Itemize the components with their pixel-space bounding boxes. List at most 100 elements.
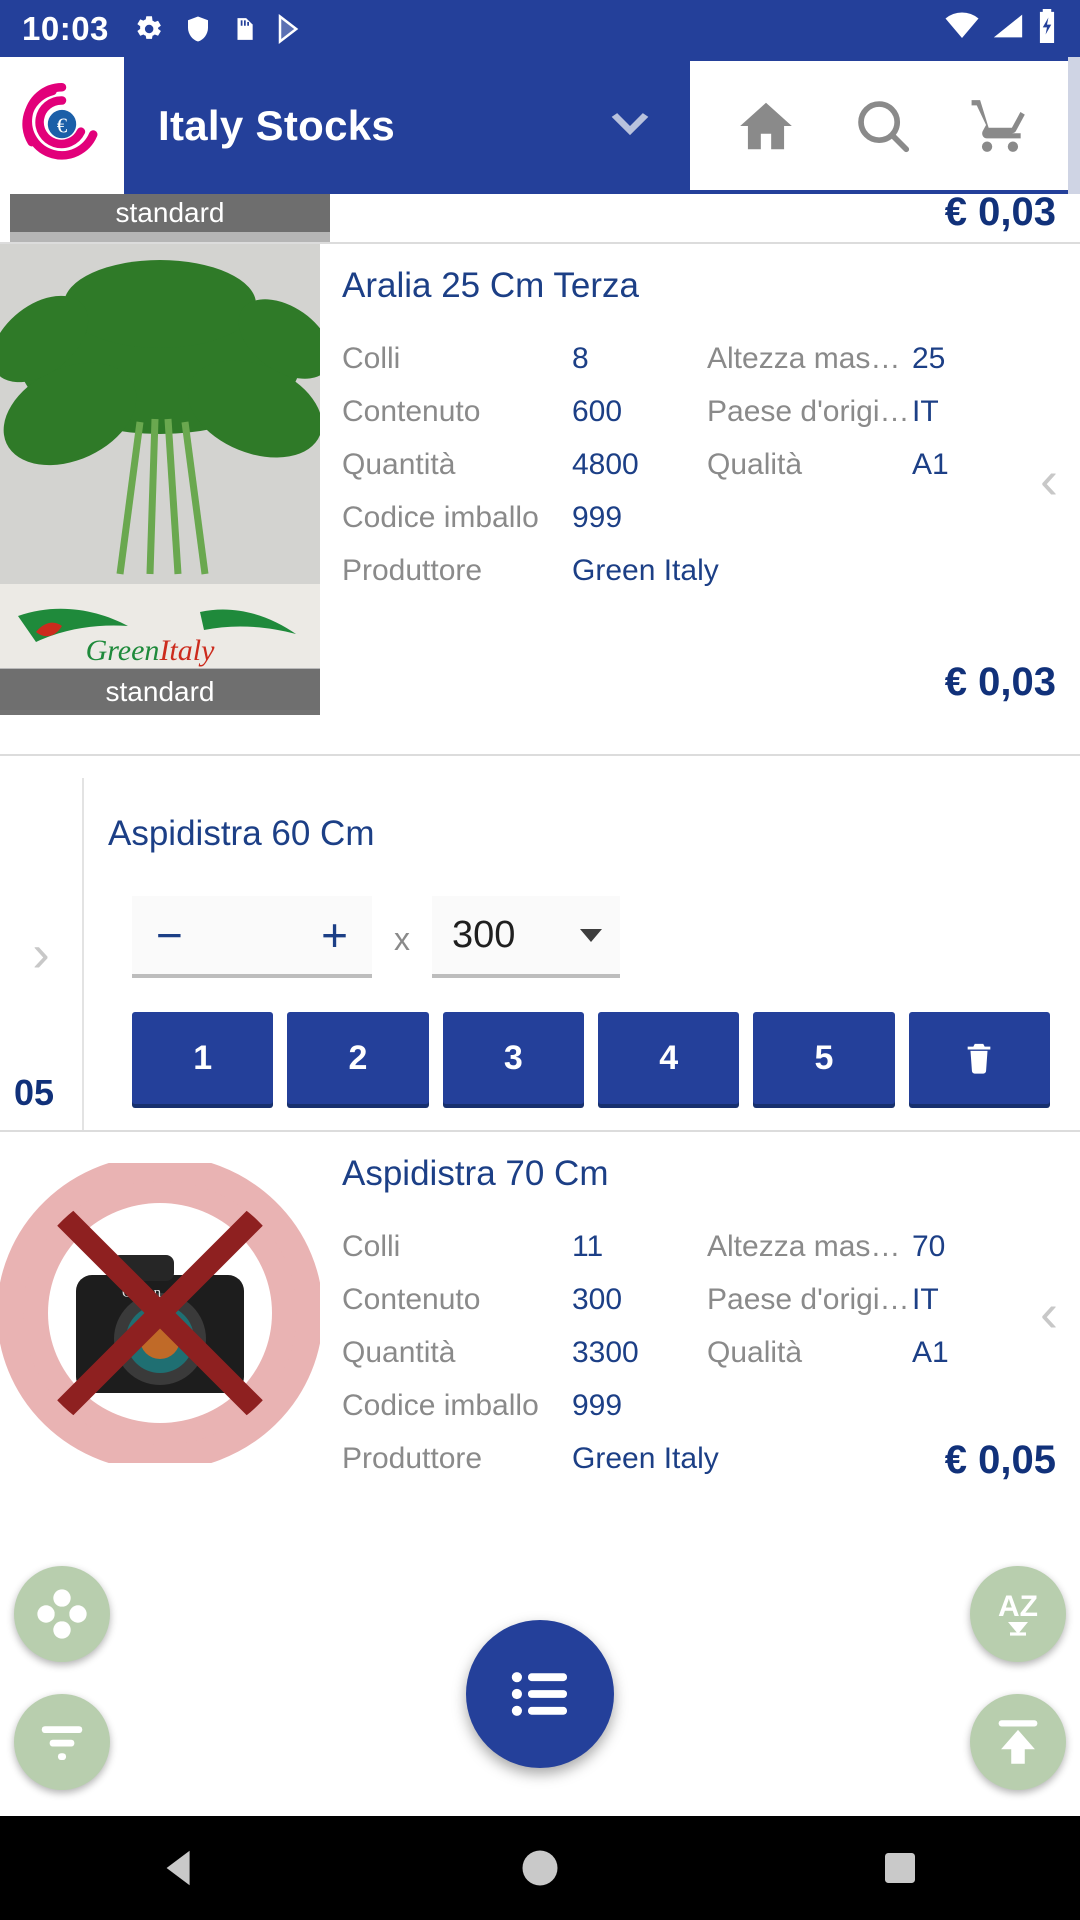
- attribute-quantita: Quantità 4800: [342, 438, 707, 491]
- scroll-top-fab[interactable]: [970, 1694, 1066, 1790]
- battery-charging-icon: [1036, 9, 1058, 48]
- status-bar: 10:03: [0, 0, 1080, 57]
- product-name[interactable]: Aralia 25 Cm Terza: [342, 266, 1052, 306]
- attribute-qualita: Qualità A1: [707, 438, 1052, 491]
- attribute-label: Produttore: [342, 1441, 483, 1475]
- product-price: € 0,03: [944, 660, 1056, 704]
- attribute-label: Paese d'origine: [707, 1282, 912, 1316]
- attribute-value[interactable]: Green Italy: [572, 1442, 719, 1476]
- product-details: Aralia 25 Cm Terza Colli 8 Contenuto 600…: [320, 244, 1080, 715]
- attribute-value: 8: [572, 341, 589, 375]
- quantity-stepper[interactable]: − +: [132, 896, 372, 978]
- product-details: Aspidistra 70 Cm Colli 11 Contenuto 300 …: [320, 1132, 1080, 1493]
- decrement-button[interactable]: −: [156, 912, 183, 958]
- attribute-value: 25: [912, 341, 946, 375]
- attribute-contenuto: Contenuto 600: [342, 385, 707, 438]
- status-bar-right-icons: [944, 9, 1058, 48]
- svg-text:GreenItaly: GreenItaly: [86, 634, 216, 667]
- attribute-value: 999: [572, 500, 623, 534]
- quick-qty-4[interactable]: 4: [597, 1012, 740, 1104]
- app-bar: € Italy Stocks: [0, 57, 1080, 194]
- shield-icon: [183, 12, 213, 46]
- sd-card-icon: [231, 12, 257, 46]
- attribute-label: Contenuto: [342, 394, 481, 428]
- attribute-paese: Paese d'origine IT: [707, 385, 1052, 438]
- attribute-codice-imballo: Codice imballo 999: [342, 1379, 707, 1432]
- product-badge: standard: [0, 669, 320, 715]
- attribute-label: Quantità: [342, 447, 456, 481]
- table-row[interactable]: Canon Aspidistra 70 Cm Colli 11: [0, 1132, 1080, 1602]
- attribute-label: Altezza massi…: [707, 341, 912, 375]
- attribute-qualita: Qualità A1: [707, 1326, 1052, 1379]
- attribute-label: Contenuto: [342, 1282, 481, 1316]
- attribute-value: A1: [912, 447, 949, 481]
- home-circle-icon[interactable]: [480, 1847, 600, 1889]
- chevron-left-icon[interactable]: ‹: [1040, 453, 1058, 507]
- multiplier-label: x: [394, 921, 410, 957]
- svg-text:AZ: AZ: [998, 1590, 1038, 1623]
- attribute-value: 70: [912, 1229, 946, 1263]
- attribute-paese: Paese d'origine IT: [707, 1273, 1052, 1326]
- sort-az-icon: AZ: [998, 1590, 1038, 1636]
- back-triangle-icon[interactable]: [120, 1845, 240, 1891]
- quick-qty-3[interactable]: 3: [442, 1012, 584, 1104]
- chevron-down-icon[interactable]: [608, 111, 652, 141]
- caret-down-icon: [580, 928, 602, 942]
- attribute-label: Codice imballo: [342, 1388, 539, 1422]
- delete-button[interactable]: [908, 1012, 1050, 1104]
- list-menu-fab[interactable]: [466, 1620, 614, 1768]
- list-icon: [511, 1672, 567, 1716]
- quick-qty-2[interactable]: 2: [287, 1012, 429, 1104]
- table-row[interactable]: GreenItaly standard Aralia 25 Cm Terza C…: [0, 244, 1080, 756]
- increment-button[interactable]: +: [321, 912, 348, 958]
- attribute-produttore: Produttore Green Italy: [342, 544, 1052, 597]
- attribute-label: Altezza massi…: [707, 1229, 912, 1263]
- product-thumbnail[interactable]: GreenItaly standard: [0, 244, 320, 715]
- attribute-value[interactable]: Green Italy: [572, 554, 719, 588]
- no-photo-placeholder: Canon: [0, 1162, 320, 1463]
- attribute-contenuto: Contenuto 300: [342, 1273, 707, 1326]
- attribute-label: Qualità: [707, 1335, 803, 1369]
- attribute-codice-imballo: Codice imballo 999: [342, 491, 707, 544]
- app-logo[interactable]: €: [0, 57, 124, 194]
- status-bar-left-icons: [131, 12, 305, 46]
- order-index-badge: 05: [14, 1072, 55, 1113]
- order-entry-card[interactable]: › 05 Aspidistra 60 Cm − + x 300 1 2 3 4: [0, 778, 1080, 1132]
- signal-icon: [991, 11, 1025, 46]
- product-thumbnail[interactable]: Canon: [0, 1132, 320, 1493]
- product-price: € 0,03: [944, 194, 1056, 234]
- attribute-value: A1: [912, 1335, 949, 1369]
- android-navigation-bar: [0, 1816, 1080, 1920]
- attribute-altezza: Altezza massi… 70: [707, 1220, 1052, 1273]
- sort-az-fab[interactable]: AZ: [970, 1566, 1066, 1662]
- product-name[interactable]: Aspidistra 70 Cm: [342, 1154, 1052, 1194]
- gear-icon: [131, 12, 165, 46]
- wifi-icon: [944, 11, 980, 46]
- cart-icon[interactable]: [948, 74, 1052, 178]
- quick-qty-5[interactable]: 5: [753, 1012, 895, 1104]
- quick-qty-1[interactable]: 1: [132, 1012, 274, 1104]
- attribute-colli: Colli 11: [342, 1220, 707, 1273]
- pack-size-select[interactable]: 300: [432, 896, 620, 978]
- order-product-name[interactable]: Aspidistra 60 Cm: [108, 814, 1050, 854]
- filter-icon: [41, 1726, 83, 1760]
- quick-quantity-buttons: 1 2 3 4 5: [108, 1012, 1050, 1104]
- app-title-area[interactable]: Italy Stocks: [124, 57, 690, 194]
- play-store-icon: [275, 12, 305, 46]
- chevron-right-icon[interactable]: ›: [32, 928, 49, 980]
- attribute-label: Codice imballo: [342, 500, 539, 534]
- chevron-left-icon[interactable]: ‹: [1040, 1286, 1058, 1340]
- filter-fab[interactable]: [14, 1694, 110, 1790]
- flower-fab[interactable]: [14, 1566, 110, 1662]
- attribute-value: 11: [572, 1229, 604, 1263]
- page-title: Italy Stocks: [158, 101, 396, 149]
- recents-square-icon[interactable]: [840, 1848, 960, 1888]
- home-icon[interactable]: [714, 74, 818, 178]
- search-icon[interactable]: [831, 74, 935, 178]
- attribute-value: 300: [572, 1282, 623, 1316]
- attribute-label: Colli: [342, 1229, 401, 1263]
- pack-size-value: 300: [452, 913, 516, 956]
- list-item-clipped[interactable]: standard € 0,03: [0, 194, 1080, 244]
- attribute-label: Paese d'origine: [707, 394, 912, 428]
- attribute-value: IT: [912, 394, 939, 428]
